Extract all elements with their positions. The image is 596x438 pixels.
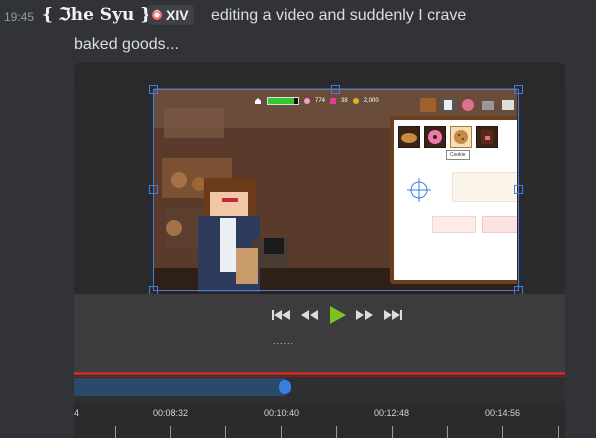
- ruler-tick: [281, 426, 282, 438]
- ruler-tick: [336, 426, 337, 438]
- message-text: editing a video and suddenly I crave: [211, 7, 467, 24]
- chat-message: 19:45 { ℑhe Syu } XIV editing a video an…: [0, 0, 596, 62]
- ruler-tick: [558, 426, 559, 438]
- skip-back-icon[interactable]: [270, 307, 292, 323]
- timeline-track[interactable]: [74, 372, 565, 402]
- play-icon[interactable]: [326, 304, 348, 326]
- ruler-tick: [502, 426, 503, 438]
- playback-controls: ......: [74, 294, 565, 348]
- ruler-tick: [392, 426, 393, 438]
- resize-handle-top-left[interactable]: [149, 85, 158, 94]
- scrubber-handle[interactable]: [279, 380, 291, 394]
- resize-handle-right[interactable]: [514, 185, 523, 194]
- fast-forward-icon[interactable]: [354, 307, 376, 323]
- transport-buttons: [270, 304, 404, 326]
- username[interactable]: { ℑhe Syu }: [42, 5, 151, 25]
- rewind-icon[interactable]: [298, 307, 320, 323]
- timecode-placeholder: ......: [273, 336, 295, 346]
- image-attachment[interactable]: 774 38 2,000 Cookie ...... 4 00:08:32 00…: [74, 62, 565, 438]
- selection-frame[interactable]: [149, 85, 523, 295]
- skip-forward-icon[interactable]: [382, 307, 404, 323]
- flame-icon: [152, 9, 162, 20]
- timeline-clip[interactable]: [74, 378, 286, 396]
- message-text-continued: baked goods...: [74, 36, 179, 53]
- ruler-label-2: 00:10:40: [264, 408, 300, 418]
- ruler-tick: [447, 426, 448, 438]
- clan-tag[interactable]: XIV: [148, 5, 194, 25]
- ruler-label-1: 00:08:32: [153, 408, 189, 418]
- clan-tag-label: XIV: [166, 7, 189, 23]
- ruler-label-partial: 4: [74, 408, 80, 418]
- timeline-ruler[interactable]: 4 00:08:32 00:10:40 00:12:48 00:14:56: [74, 402, 565, 438]
- ruler-label-4: 00:14:56: [485, 408, 521, 418]
- resize-handle-top-right[interactable]: [514, 85, 523, 94]
- playhead-shadow: [74, 376, 565, 377]
- ruler-tick: [115, 426, 116, 438]
- playhead-line: [74, 372, 565, 375]
- ruler-tick: [225, 426, 226, 438]
- editor-topbar: [74, 62, 565, 88]
- controls-spacer: [74, 348, 565, 372]
- resize-handle-top[interactable]: [331, 85, 340, 94]
- ruler-tick: [170, 426, 171, 438]
- resize-handle-left[interactable]: [149, 185, 158, 194]
- ruler-label-3: 00:12:48: [374, 408, 410, 418]
- message-timestamp: 19:45: [4, 10, 35, 24]
